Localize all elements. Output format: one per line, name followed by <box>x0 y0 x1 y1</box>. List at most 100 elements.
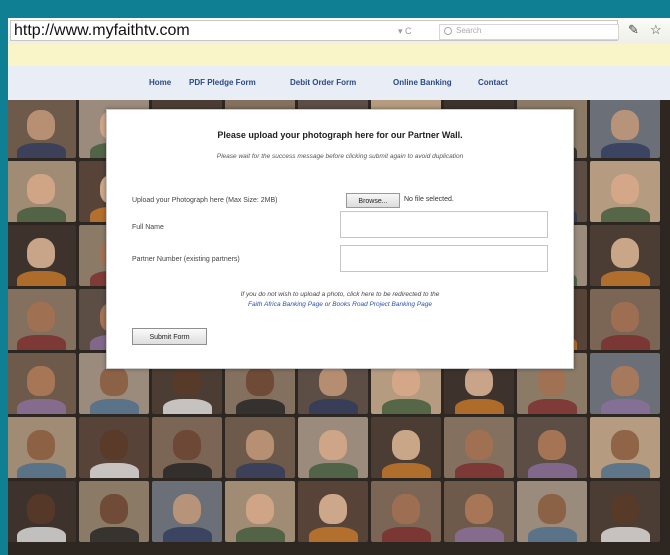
photo-shoulders <box>527 398 577 414</box>
star-icon[interactable]: ☆ <box>650 22 662 38</box>
file-status: No file selected. <box>404 196 454 203</box>
books-road-banking-link[interactable]: Books Road Project Banking Page <box>332 301 432 308</box>
wrench-icon[interactable]: ✎ <box>628 22 639 38</box>
photo-shoulders <box>527 462 577 478</box>
photo-shoulders <box>16 462 66 478</box>
photo-face <box>27 110 55 140</box>
site-navigation: Home PDF Pledge Form Debit Order Form On… <box>8 66 670 100</box>
photo-shoulders <box>89 462 139 478</box>
photo-face <box>538 366 566 396</box>
photo-shoulders <box>454 462 504 478</box>
photo-shoulders <box>162 398 212 414</box>
partner-photo <box>8 289 76 350</box>
address-bar[interactable]: http://www.myfaithtv.com ▾ C Search <box>10 20 619 41</box>
photo-face <box>611 238 639 268</box>
photo-face <box>173 494 201 524</box>
photo-shoulders <box>16 398 66 414</box>
photo-shoulders <box>235 398 285 414</box>
browse-button[interactable]: Browse... <box>346 193 400 208</box>
partner-photo <box>444 417 514 478</box>
photo-face <box>319 366 347 396</box>
submit-button[interactable]: Submit Form <box>132 328 207 345</box>
photo-face <box>392 366 420 396</box>
photo-face <box>392 430 420 460</box>
photo-shoulders <box>16 334 66 350</box>
photo-face <box>465 366 493 396</box>
photo-shoulders <box>381 398 431 414</box>
photo-face <box>246 494 274 524</box>
fullname-field[interactable] <box>340 211 548 238</box>
nav-item-pdf-pledge-form[interactable]: PDF Pledge Form <box>189 78 256 87</box>
photo-shoulders <box>308 398 358 414</box>
photo-shoulders <box>16 142 66 158</box>
partner-photo <box>298 481 368 542</box>
photo-shoulders <box>527 526 577 542</box>
photo-face <box>611 174 639 204</box>
upload-label: Upload your Photograph here (Max Size: 2… <box>132 197 278 204</box>
photo-face <box>538 430 566 460</box>
photo-face <box>100 430 128 460</box>
redirect-text: If you do not wish to upload a photo, cl… <box>240 291 440 298</box>
partner-photo <box>225 417 295 478</box>
photo-face <box>392 494 420 524</box>
photo-shoulders <box>162 526 212 542</box>
form-title: Please upload your photograph here for o… <box>217 130 463 140</box>
photo-face <box>611 302 639 332</box>
reload-control[interactable]: ▾ C <box>398 26 412 37</box>
partner-photo <box>590 417 660 478</box>
nav-item-home[interactable]: Home <box>149 78 171 87</box>
upload-form: Please upload your photograph here for o… <box>106 109 574 369</box>
photo-face <box>319 430 347 460</box>
partner-photo <box>590 225 660 286</box>
photo-shoulders <box>600 462 650 478</box>
photo-face <box>611 430 639 460</box>
url-text[interactable]: http://www.myfaithtv.com <box>14 22 190 40</box>
photo-face <box>319 494 347 524</box>
partner-photo <box>590 100 660 158</box>
photo-shoulders <box>600 334 650 350</box>
photo-face <box>465 430 493 460</box>
partner-photo <box>8 481 76 542</box>
partner-photo <box>444 481 514 542</box>
photo-face <box>27 366 55 396</box>
nav-item-contact[interactable]: Contact <box>478 78 508 87</box>
notification-bar <box>8 44 670 67</box>
partner-photo <box>298 417 368 478</box>
photo-face <box>173 366 201 396</box>
photo-shoulders <box>308 462 358 478</box>
nav-item-online-banking[interactable]: Online Banking <box>393 78 452 87</box>
search-placeholder: Search <box>456 26 482 35</box>
photo-face <box>173 430 201 460</box>
photo-face <box>27 174 55 204</box>
partner-photo <box>517 481 587 542</box>
partner-photo <box>590 353 660 414</box>
photo-face <box>100 494 128 524</box>
form-note: Please wait for the success message befo… <box>216 153 464 160</box>
partner-photo <box>371 481 441 542</box>
partner-photo <box>8 225 76 286</box>
nav-item-debit-order-form[interactable]: Debit Order Form <box>290 78 356 87</box>
photo-shoulders <box>600 142 650 158</box>
photo-shoulders <box>600 206 650 222</box>
photo-face <box>465 494 493 524</box>
partner-number-label: Partner Number (existing partners) <box>132 256 240 263</box>
photo-shoulders <box>454 526 504 542</box>
photo-face <box>246 430 274 460</box>
faith-africa-banking-link[interactable]: Faith Africa Banking Page <box>248 301 323 308</box>
partner-photo <box>590 289 660 350</box>
partner-photo <box>590 481 660 542</box>
photo-shoulders <box>16 526 66 542</box>
photo-shoulders <box>235 526 285 542</box>
partner-number-field[interactable] <box>340 245 548 272</box>
search-input[interactable]: Search <box>439 24 619 40</box>
partner-photo <box>8 417 76 478</box>
fullname-label: Full Name <box>132 224 164 231</box>
partner-photo <box>79 481 149 542</box>
photo-face <box>27 302 55 332</box>
photo-shoulders <box>16 206 66 222</box>
photo-shoulders <box>381 462 431 478</box>
photo-shoulders <box>454 398 504 414</box>
partner-photo <box>152 417 222 478</box>
photo-face <box>611 366 639 396</box>
photo-face <box>100 366 128 396</box>
